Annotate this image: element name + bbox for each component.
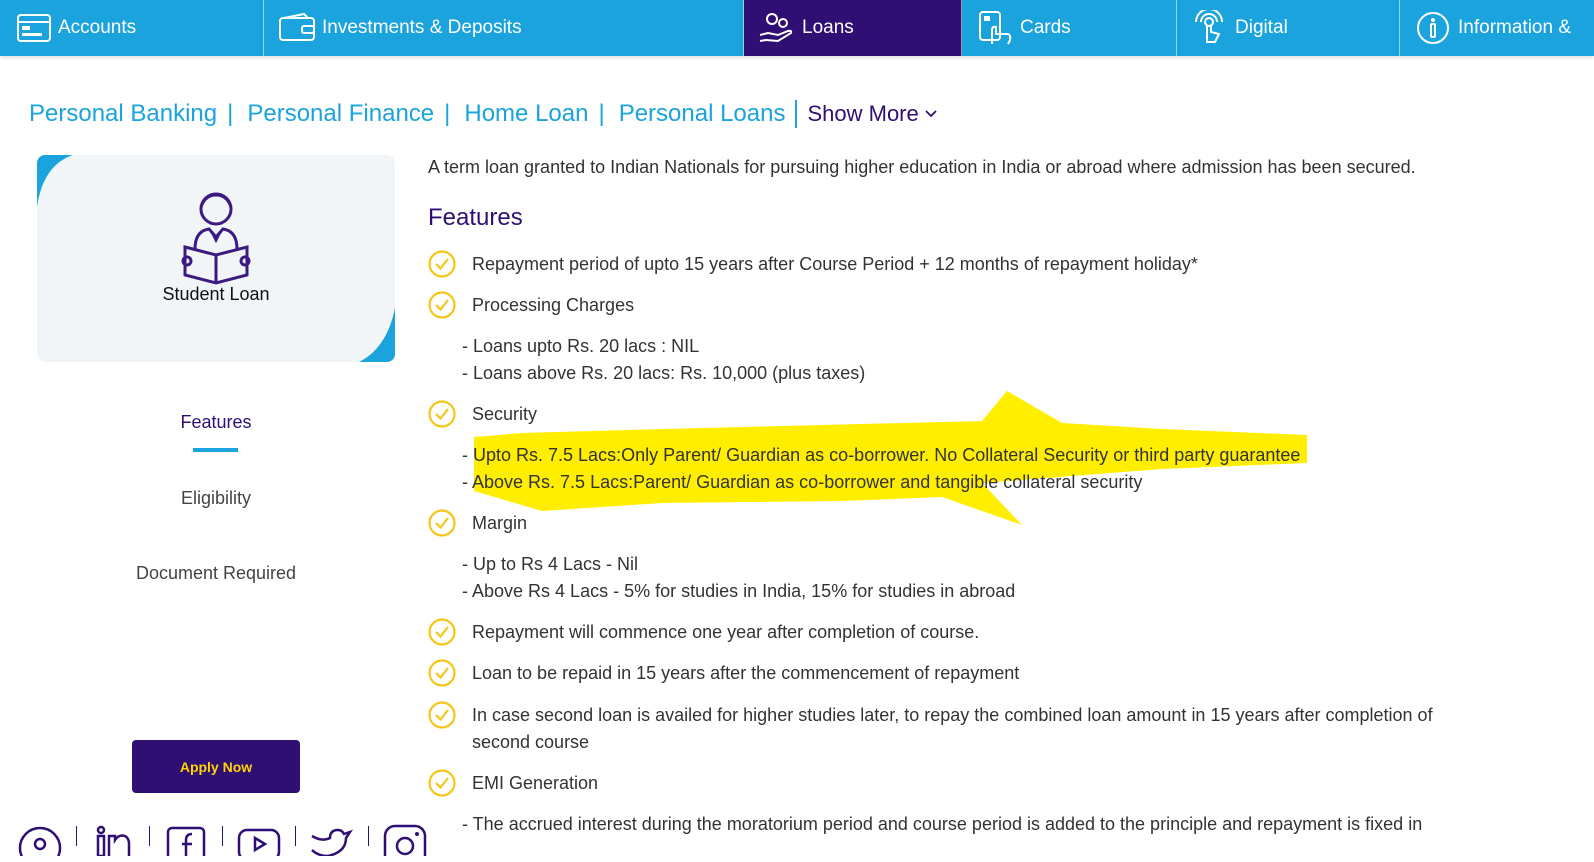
nav-item-information[interactable]: Information & bbox=[1400, 0, 1594, 56]
breadcrumb-personal-loans[interactable]: Personal Loans bbox=[619, 100, 786, 128]
margin-detail: - Up to Rs 4 Lacs - Nil bbox=[462, 554, 639, 574]
margin-detail: - Above Rs 4 Lacs - 5% for studies in In… bbox=[462, 581, 1016, 601]
tab-document-required[interactable]: Document Required bbox=[37, 563, 395, 584]
info-icon bbox=[1417, 12, 1449, 44]
tab-active-indicator bbox=[193, 448, 238, 452]
card-corner-accent-top bbox=[37, 155, 73, 207]
check-circle-icon bbox=[428, 509, 456, 537]
processing-detail: - Loans upto Rs. 20 lacs : NIL bbox=[462, 336, 700, 356]
digital-touch-icon bbox=[1195, 10, 1223, 43]
nav-item-cards[interactable]: Cards bbox=[962, 0, 1177, 56]
feature-text-continued: second course bbox=[472, 732, 590, 752]
show-more-button[interactable]: Show More bbox=[807, 101, 937, 127]
tab-features[interactable]: Features bbox=[37, 412, 395, 433]
apply-now-button[interactable]: Apply Now bbox=[132, 740, 300, 793]
instagram-icon[interactable] bbox=[379, 822, 431, 856]
top-navigation: Accounts Investments & Deposits Loans Ca… bbox=[0, 0, 1594, 56]
check-circle-icon bbox=[428, 291, 456, 319]
twitter-icon[interactable] bbox=[306, 822, 358, 856]
feature-text: In case second loan is availed for highe… bbox=[472, 705, 1433, 725]
check-circle-icon bbox=[428, 400, 456, 428]
breadcrumb-separator: | bbox=[444, 100, 451, 127]
breadcrumb-separator: | bbox=[598, 100, 605, 127]
accounts-icon bbox=[17, 14, 51, 42]
breadcrumb: Personal Banking | Personal Finance | Ho… bbox=[29, 96, 937, 132]
check-circle-icon bbox=[428, 701, 456, 729]
loan-hand-icon bbox=[759, 13, 793, 43]
card-corner-accent-bottom bbox=[359, 308, 395, 362]
social-divider bbox=[222, 826, 223, 846]
nav-item-loans[interactable]: Loans bbox=[744, 0, 962, 56]
feature-text: Loan to be repaid in 15 years after the … bbox=[472, 663, 1020, 683]
facebook-icon[interactable] bbox=[160, 822, 212, 856]
security-detail: - Above Rs. 7.5 Lacs:Parent/ Guardian as… bbox=[462, 472, 1143, 492]
pinterest-icon[interactable] bbox=[14, 822, 66, 856]
nav-item-accounts[interactable]: Accounts bbox=[0, 0, 264, 56]
emi-detail: - The accrued interest during the morato… bbox=[462, 814, 1423, 834]
feature-text: Repayment period of upto 15 years after … bbox=[472, 254, 1198, 274]
nav-item-digital[interactable]: Digital bbox=[1177, 0, 1400, 56]
product-card: Student Loan bbox=[37, 155, 395, 362]
product-title: Student Loan bbox=[162, 284, 270, 304]
breadcrumb-personal-finance[interactable]: Personal Finance bbox=[247, 100, 434, 128]
check-circle-icon bbox=[428, 250, 456, 278]
feature-text: Margin bbox=[472, 513, 528, 533]
check-circle-icon bbox=[428, 769, 456, 797]
breadcrumb-separator: | bbox=[227, 100, 234, 127]
feature-text: Processing Charges bbox=[472, 295, 635, 315]
breadcrumb-home-loan[interactable]: Home Loan bbox=[464, 100, 588, 128]
feature-text: Security bbox=[472, 404, 538, 424]
processing-detail: - Loans above Rs. 20 lacs: Rs. 10,000 (p… bbox=[462, 363, 866, 383]
social-divider bbox=[295, 826, 296, 846]
social-links bbox=[14, 822, 431, 862]
social-divider bbox=[76, 826, 77, 846]
student-reading-icon bbox=[181, 192, 251, 285]
check-circle-icon bbox=[428, 618, 456, 646]
nav-item-investments[interactable]: Investments & Deposits bbox=[264, 0, 744, 56]
chevron-down-icon bbox=[925, 110, 937, 118]
cards-icon bbox=[979, 11, 1012, 45]
youtube-icon[interactable] bbox=[233, 822, 285, 856]
check-circle-icon bbox=[428, 659, 456, 687]
show-more-label: Show More bbox=[807, 101, 919, 126]
tab-eligibility[interactable]: Eligibility bbox=[37, 488, 395, 509]
nav-label-accounts: Accounts bbox=[58, 17, 137, 38]
nav-label-investments: Investments & Deposits bbox=[322, 17, 522, 38]
nav-label-cards: Cards bbox=[1020, 17, 1071, 38]
security-detail: - Upto Rs. 7.5 Lacs:Only Parent/ Guardia… bbox=[462, 445, 1301, 465]
feature-text: Repayment will commence one year after c… bbox=[472, 622, 980, 642]
social-divider bbox=[368, 826, 369, 846]
nav-label-loans: Loans bbox=[802, 17, 854, 38]
wallet-icon bbox=[279, 12, 315, 41]
features-heading: Features bbox=[428, 204, 523, 231]
nav-label-information: Information & bbox=[1458, 17, 1571, 38]
breadcrumb-personal-banking[interactable]: Personal Banking bbox=[29, 100, 217, 128]
feature-text: EMI Generation bbox=[472, 773, 599, 793]
social-divider bbox=[149, 826, 150, 846]
linkedin-icon[interactable] bbox=[87, 822, 139, 856]
product-intro: A term loan granted to Indian Nationals … bbox=[428, 157, 1416, 177]
breadcrumb-divider bbox=[795, 100, 798, 128]
nav-label-digital: Digital bbox=[1235, 17, 1288, 38]
